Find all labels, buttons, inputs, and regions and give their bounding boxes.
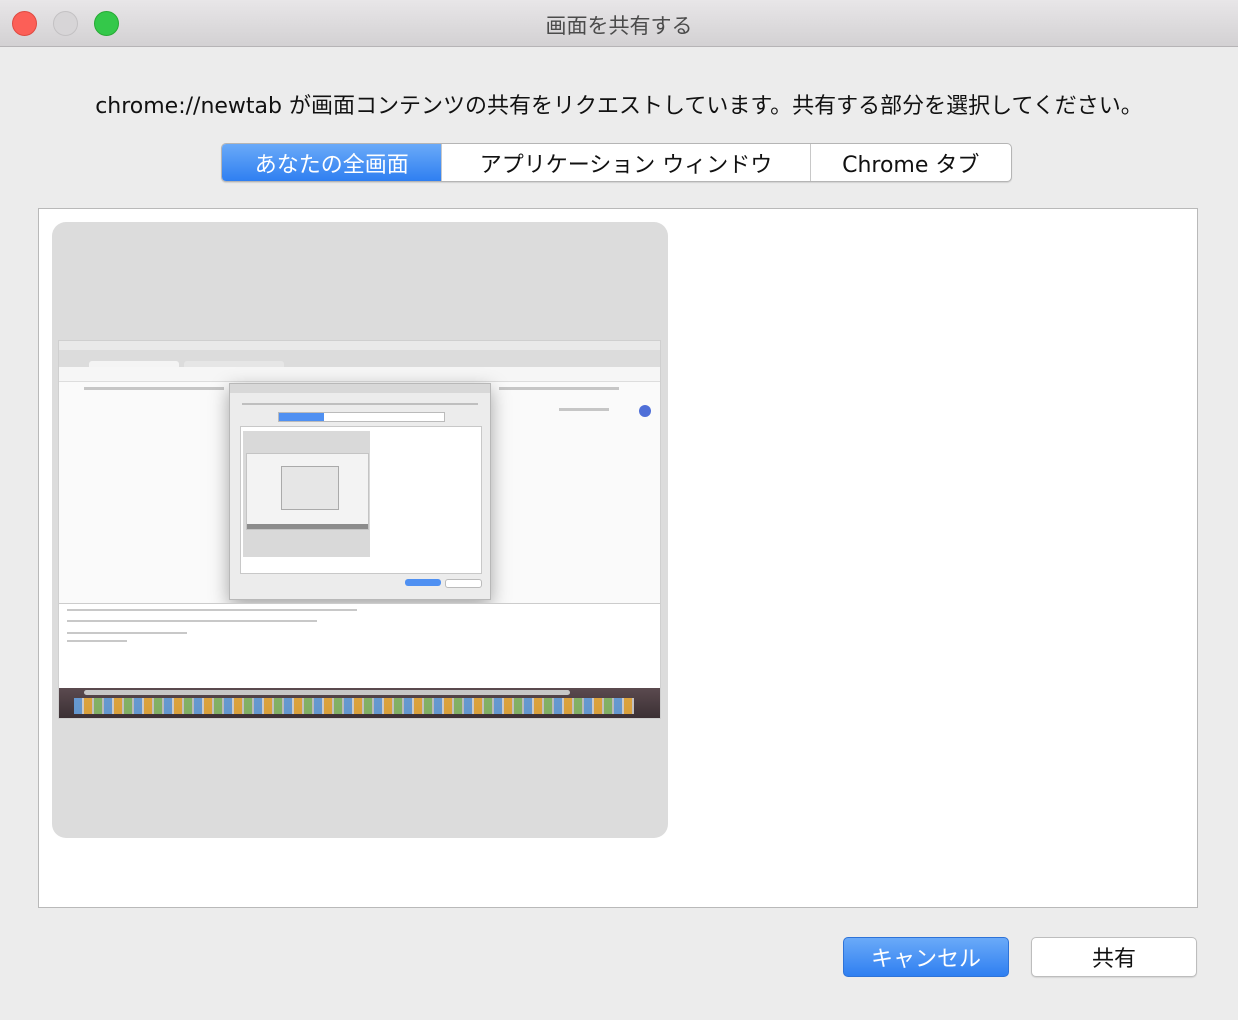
cancel-button[interactable]: キャンセル: [843, 937, 1009, 977]
tab-application-window[interactable]: アプリケーション ウィンドウ: [441, 144, 809, 181]
source-list-panel: [38, 208, 1198, 908]
tab-chrome-tab[interactable]: Chrome タブ: [809, 144, 1011, 181]
thumbnail-devtools: [59, 603, 660, 692]
thumbnail-menubar: [59, 341, 660, 350]
thumbnail-browser-tabs: [59, 350, 660, 375]
thumbnail-nested-dialog: [229, 383, 491, 600]
screen-option-card[interactable]: [52, 222, 668, 838]
thumbnail-scrollbar: [84, 690, 570, 695]
share-request-message: chrome://newtab が画面コンテンツの共有をリクエストしています。共…: [95, 94, 1143, 119]
source-type-selector: あなたの全画面 アプリケーション ウィンドウ Chrome タブ: [221, 143, 1012, 182]
window-title: 画面を共有する: [545, 14, 693, 38]
title-bar: 画面を共有する: [0, 0, 1238, 47]
screen-thumbnail: [59, 341, 660, 718]
thumbnail-address-bar: [59, 367, 660, 382]
share-screen-dialog: 画面を共有する chrome://newtab が画面コンテンツの共有をリクエス…: [0, 0, 1238, 1020]
share-button[interactable]: 共有: [1031, 937, 1197, 977]
tab-entire-screen[interactable]: あなたの全画面: [222, 144, 442, 181]
thumbnail-avatar: [639, 405, 651, 417]
